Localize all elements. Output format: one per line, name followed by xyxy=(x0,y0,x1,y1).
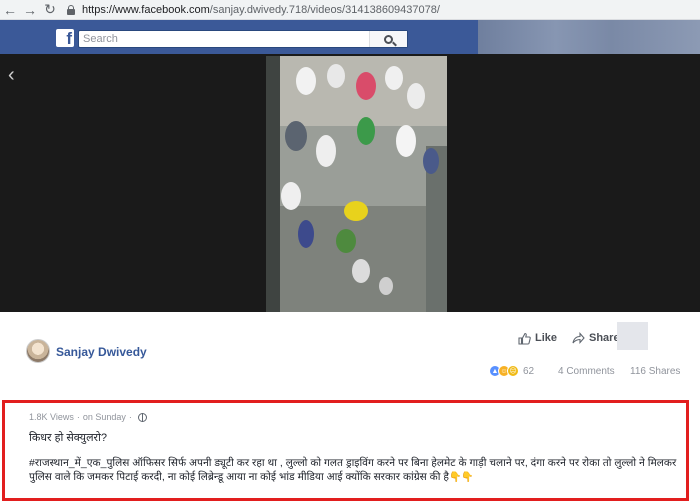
post-title-line: किधर हो सेक्युलरो? xyxy=(29,432,107,444)
url-path: /sanjay.dwivedy.718/videos/3141386094370… xyxy=(209,3,440,16)
lock-icon xyxy=(66,4,76,15)
thumbs-up-icon xyxy=(518,332,531,345)
meta-separator: · xyxy=(76,412,80,422)
comments-count-link[interactable]: 4 Comments xyxy=(558,366,615,377)
reaction-count: 62 xyxy=(523,365,535,377)
search-button[interactable] xyxy=(369,31,407,47)
share-arrow-icon xyxy=(572,332,585,344)
shares-count-link[interactable]: 116 Shares xyxy=(630,366,680,377)
reload-icon[interactable]: ↻ xyxy=(40,0,60,20)
post-content-highlight: 1.8K Views · on Sunday · किधर हो सेक्युल… xyxy=(2,400,689,501)
post-timestamp-link[interactable]: on Sunday xyxy=(83,412,126,422)
author-name-link[interactable]: Sanjay Dwivedy xyxy=(56,345,147,359)
sad-reaction-icon: ☹ xyxy=(507,365,519,377)
reactions-summary[interactable]: ▲ ☺ ☹ 62 xyxy=(489,365,534,377)
search-input[interactable] xyxy=(79,32,369,46)
address-bar[interactable]: https://www.facebook.com/sanjay.dwivedy.… xyxy=(66,2,700,18)
back-arrow-icon[interactable]: ← xyxy=(0,0,20,20)
post-body-text: #राजस्थान_में_एक_पुलिस ऑफिसर सिर्फ अपनी … xyxy=(29,456,684,485)
video-frame[interactable] xyxy=(266,56,447,312)
obscured-region xyxy=(617,322,648,350)
meta-separator: · xyxy=(128,412,132,422)
forward-arrow-icon[interactable]: → xyxy=(20,0,40,20)
search-bar xyxy=(78,30,408,48)
browser-toolbar: ← → ↻ https://www.facebook.com/sanjay.dw… xyxy=(0,0,700,20)
share-button[interactable]: Share xyxy=(572,330,620,346)
view-count: 1.8K Views xyxy=(29,412,74,422)
url-host: https://www.facebook.com xyxy=(82,3,210,16)
chevron-left-icon[interactable]: ‹ xyxy=(8,64,15,87)
facebook-logo-icon[interactable]: f xyxy=(56,29,74,47)
avatar[interactable] xyxy=(26,339,50,363)
video-player[interactable]: ‹ xyxy=(0,54,700,312)
video-still-image xyxy=(266,56,447,312)
like-label: Like xyxy=(535,332,558,344)
pointing-down-emoji: 👇👇 xyxy=(448,472,474,483)
globe-icon xyxy=(137,412,147,422)
like-button[interactable]: Like xyxy=(518,330,557,346)
post-meta: 1.8K Views · on Sunday · xyxy=(29,412,147,422)
share-label: Share xyxy=(589,332,620,344)
post-body: #राजस्थान_में_एक_पुलिस ऑफिसर सिर्फ अपनी … xyxy=(29,457,677,483)
search-icon xyxy=(384,34,393,44)
